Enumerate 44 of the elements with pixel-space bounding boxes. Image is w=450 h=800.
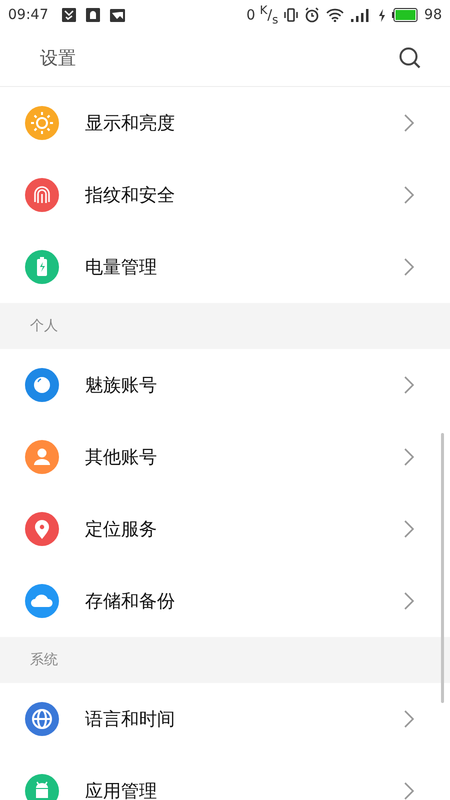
section-title: 系统 [30, 651, 58, 669]
settings-item[interactable]: 魅族账号 [0, 349, 450, 421]
settings-item[interactable]: 语言和时间 [0, 683, 450, 755]
image-icon [110, 8, 126, 22]
item-label: 其他账号 [85, 446, 158, 469]
wifi-icon [326, 8, 344, 22]
settings-item[interactable]: 存储和备份 [0, 565, 450, 637]
charging-icon [378, 8, 386, 22]
alarm-icon [304, 7, 320, 23]
chevron-icon [404, 592, 414, 610]
settings-item[interactable]: 应用管理 [0, 755, 450, 800]
notification-icon [62, 8, 76, 22]
clock-time: 09:47 [8, 7, 48, 23]
item-label: 语言和时间 [85, 708, 176, 731]
settings-item[interactable]: 电量管理 [0, 231, 450, 303]
battery-percent: 98 [424, 7, 442, 23]
notification-icon [86, 8, 100, 22]
chevron-icon [404, 782, 414, 800]
network-speed: 0 $^{K}$/$_{s}$ [246, 3, 278, 27]
item-label: 电量管理 [85, 256, 158, 279]
chevron-icon [404, 520, 414, 538]
chevron-icon [404, 710, 414, 728]
search-button[interactable] [398, 46, 422, 70]
settings-item[interactable]: 显示和亮度 [0, 87, 450, 159]
chevron-icon [404, 186, 414, 204]
item-label: 应用管理 [85, 780, 158, 800]
chevron-icon [404, 376, 414, 394]
scrollbar[interactable] [441, 433, 444, 703]
settings-item[interactable]: 指纹和安全 [0, 159, 450, 231]
chevron-icon [404, 114, 414, 132]
settings-item[interactable]: 定位服务 [0, 493, 450, 565]
chevron-icon [404, 448, 414, 466]
item-label: 定位服务 [85, 518, 158, 541]
settings-item[interactable]: 其他账号 [0, 421, 450, 493]
page-title: 设置 [40, 47, 76, 70]
item-label: 魅族账号 [85, 374, 158, 397]
section-title: 个人 [30, 317, 58, 335]
item-label: 存储和备份 [85, 590, 176, 613]
item-label: 指纹和安全 [85, 184, 176, 207]
battery-icon [392, 8, 418, 22]
search-icon [398, 46, 422, 70]
chevron-icon [404, 258, 414, 276]
item-label: 显示和亮度 [85, 112, 176, 135]
vibrate-icon [284, 8, 298, 22]
